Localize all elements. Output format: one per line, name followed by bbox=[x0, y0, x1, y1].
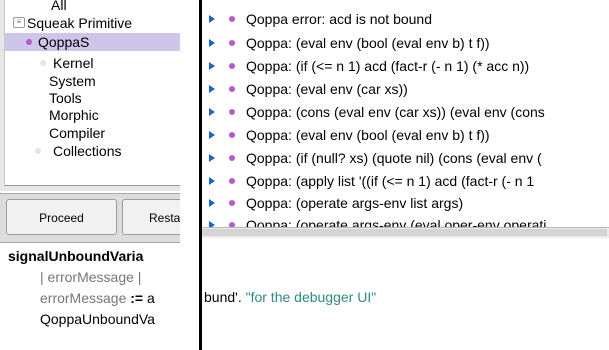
stack-frame-label: Qoppa: (apply list '((if (<= n 1) acd (f… bbox=[246, 173, 535, 189]
assign-operator: := bbox=[130, 290, 144, 306]
stack-trace-pane: Qoppa error: acd is not bound Qoppa: (ev… bbox=[202, 0, 609, 237]
category-label: QoppaS bbox=[38, 34, 90, 50]
category-list: All ≡ Squeak Primitive QoppaS Kernel Sys… bbox=[0, 0, 180, 191]
expand-arrow-icon[interactable] bbox=[209, 62, 215, 70]
category-label: Collections bbox=[53, 143, 122, 159]
stack-frame[interactable]: Qoppa error: acd is not bound bbox=[202, 8, 609, 30]
expand-arrow-icon[interactable] bbox=[209, 85, 215, 93]
stack-frame[interactable]: Qoppa: (apply list '((if (<= n 1) acd (f… bbox=[202, 170, 609, 192]
stack-frame-label: Qoppa: (cons (eval env (car xs)) (eval e… bbox=[246, 104, 545, 120]
stack-frame-label: Qoppa: (eval env (bool (eval env b) t f)… bbox=[246, 35, 490, 51]
assignment-line: errorMessage := a bbox=[40, 288, 155, 308]
scrollbar-thumb[interactable] bbox=[202, 229, 607, 236]
category-item-squeak-primitive[interactable]: ≡ Squeak Primitive bbox=[5, 14, 180, 32]
category-label: System bbox=[49, 73, 96, 89]
source-code-pane[interactable]: bund'. "for the debugger UI" bbox=[202, 238, 609, 350]
category-label: Squeak Primitive bbox=[27, 15, 133, 31]
category-item-compiler[interactable]: Compiler bbox=[5, 124, 180, 142]
category-item-all[interactable]: All bbox=[5, 0, 180, 14]
category-label: Tools bbox=[49, 90, 82, 106]
expand-arrow-icon[interactable] bbox=[209, 108, 215, 116]
method-source-pane[interactable]: signalUnboundVaria | errorMessage | erro… bbox=[0, 243, 180, 350]
expand-arrow-icon[interactable] bbox=[209, 131, 215, 139]
pane-gap bbox=[180, 0, 199, 350]
bullet-icon bbox=[229, 200, 235, 206]
expand-arrow-icon[interactable] bbox=[209, 199, 215, 207]
stack-frame[interactable]: Qoppa: (cons (eval env (car xs)) (eval e… bbox=[202, 101, 609, 123]
bullet-icon bbox=[40, 60, 46, 66]
category-item-morphic[interactable]: Morphic bbox=[5, 106, 180, 124]
left-pane: All ≡ Squeak Primitive QoppaS Kernel Sys… bbox=[0, 0, 180, 350]
category-label: Kernel bbox=[53, 55, 94, 71]
category-item-tools[interactable]: Tools bbox=[5, 89, 180, 107]
string-literal: bund'. bbox=[204, 289, 242, 305]
stack-frame[interactable]: Qoppa: (if (null? xs) (quote nil) (cons … bbox=[202, 147, 609, 169]
bullet-icon bbox=[229, 178, 235, 184]
source-line: bund'. "for the debugger UI" bbox=[204, 287, 376, 307]
stack-frame[interactable]: Qoppa: (eval env (car xs)) bbox=[202, 78, 609, 100]
bullet-icon bbox=[229, 16, 235, 22]
method-name: signalUnboundVaria bbox=[8, 248, 144, 264]
stack-frame[interactable]: Qoppa: (eval env (bool (eval env b) t f)… bbox=[202, 32, 609, 54]
proceed-button[interactable]: Proceed bbox=[6, 199, 117, 235]
class-reference: QoppaUnboundVa bbox=[40, 311, 155, 327]
stack-frame-label: Qoppa error: acd is not bound bbox=[246, 11, 433, 27]
bullet-icon bbox=[229, 40, 235, 46]
stack-frame[interactable]: Qoppa: (operate args-env list args) bbox=[202, 192, 609, 214]
stack-frame-label: Qoppa: (if (null? xs) (quote nil) (cons … bbox=[246, 150, 542, 166]
restart-button[interactable]: Resta bbox=[122, 199, 180, 235]
package-icon: ≡ bbox=[13, 17, 25, 28]
stack-frame[interactable]: Qoppa: (if (<= n 1) acd (fact-r (- n 1) … bbox=[202, 55, 609, 77]
bullet-icon bbox=[229, 132, 235, 138]
code-comment: "for the debugger UI" bbox=[245, 289, 377, 305]
temp-declaration: | errorMessage | bbox=[40, 269, 142, 285]
category-item-collections[interactable]: Collections bbox=[5, 142, 180, 160]
category-label: Morphic bbox=[49, 107, 99, 123]
stack-frame[interactable]: Qoppa: (eval env (bool (eval env b) t f)… bbox=[202, 124, 609, 146]
expand-arrow-icon[interactable] bbox=[209, 154, 215, 162]
expand-arrow-icon[interactable] bbox=[209, 177, 215, 185]
bullet-icon bbox=[35, 148, 41, 154]
expand-arrow-icon[interactable] bbox=[209, 15, 215, 23]
category-item-system[interactable]: System bbox=[5, 72, 180, 90]
debugger-button-bar: Proceed Resta bbox=[0, 193, 180, 243]
stack-frame-label: Qoppa: (eval env (car xs)) bbox=[246, 81, 408, 97]
category-item-kernel[interactable]: Kernel bbox=[5, 54, 180, 72]
assignment-value: a bbox=[147, 290, 155, 306]
category-list-inner: All ≡ Squeak Primitive QoppaS Kernel Sys… bbox=[4, 0, 180, 186]
category-item-qoppas[interactable]: QoppaS bbox=[5, 33, 180, 51]
category-label: Compiler bbox=[49, 125, 106, 141]
bullet-icon bbox=[229, 63, 235, 69]
stack-frame-label: Qoppa: (eval env (bool (eval env b) t f)… bbox=[246, 127, 490, 143]
stack-frame-label: Qoppa: (operate args-env list args) bbox=[246, 195, 464, 211]
bullet-icon bbox=[229, 86, 235, 92]
bullet-icon bbox=[229, 109, 235, 115]
bullet-icon bbox=[229, 155, 235, 161]
stack-frame-label: Qoppa: (if (<= n 1) acd (fact-r (- n 1) … bbox=[246, 58, 530, 74]
category-label: All bbox=[51, 0, 67, 13]
variable-name: errorMessage bbox=[40, 290, 127, 306]
bullet-icon bbox=[26, 39, 32, 45]
expand-arrow-icon[interactable] bbox=[209, 39, 215, 47]
